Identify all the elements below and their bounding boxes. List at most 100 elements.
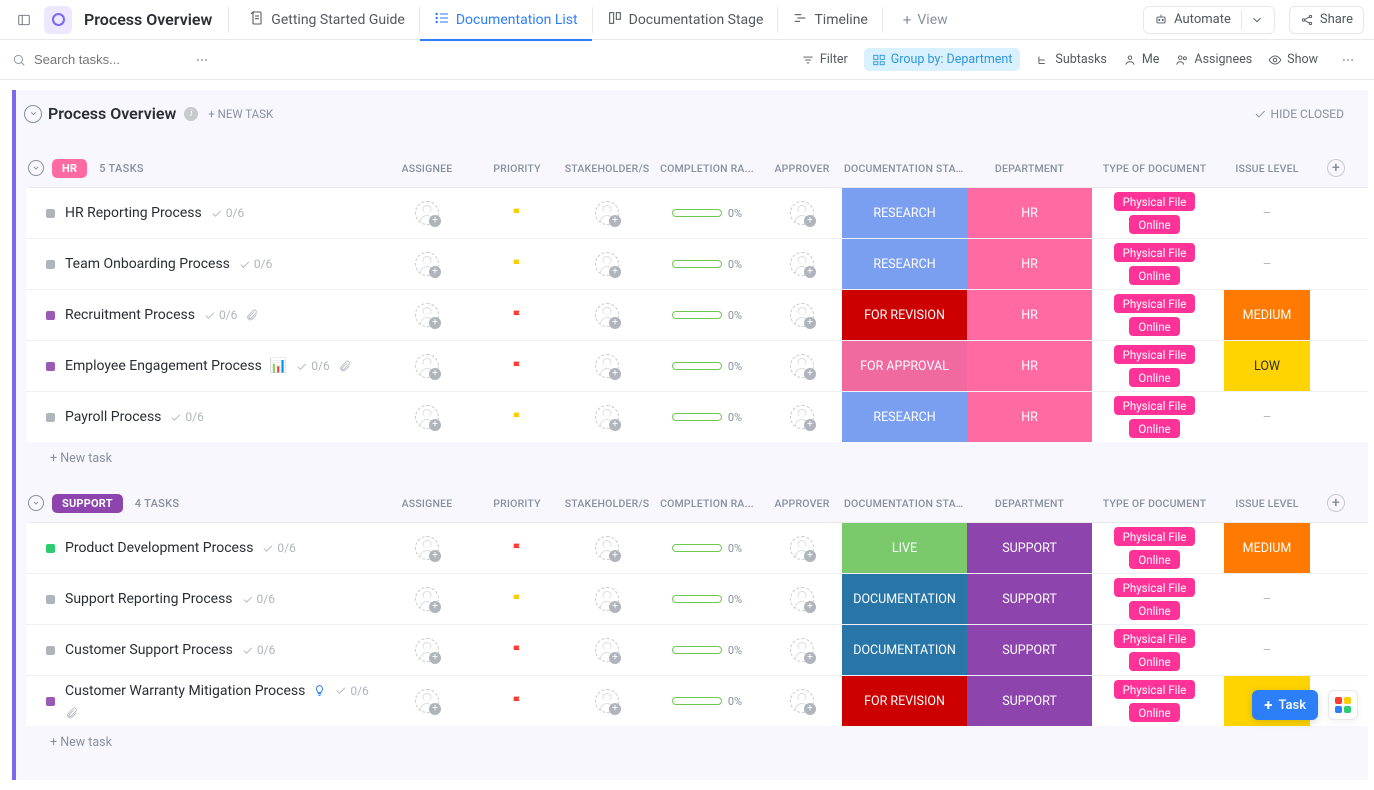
column-header[interactable]: TYPE OF DOCUMENT [1092,158,1217,179]
more-options-icon[interactable] [188,46,216,74]
tab-documentation-list[interactable]: Documentation List [420,0,592,40]
group-pill[interactable]: SUPPORT [52,494,123,513]
create-task-button[interactable]: + Task [1252,690,1318,720]
status-square[interactable] [46,646,55,655]
department-cell[interactable]: HR [967,290,1092,340]
status-square[interactable] [46,362,55,371]
stage-cell[interactable]: RESEARCH [842,392,967,442]
add-view-button[interactable]: + View [889,0,962,40]
issue-cell[interactable]: – [1217,625,1317,675]
department-cell[interactable]: HR [967,239,1092,289]
assignee-add[interactable] [415,536,439,560]
new-task-top-button[interactable]: + NEW TASK [208,107,273,121]
stakeholder-add[interactable] [595,252,619,276]
approver-add[interactable] [790,252,814,276]
status-square[interactable] [46,209,55,218]
new-task-button[interactable]: + New task [26,442,1368,466]
status-square[interactable] [46,260,55,269]
apps-button[interactable] [1328,690,1358,720]
column-header[interactable]: ASSIGNEE [382,158,472,179]
progress[interactable]: 0% [672,411,742,424]
department-cell[interactable]: SUPPORT [967,625,1092,675]
approver-add[interactable] [790,536,814,560]
column-header[interactable]: ISSUE LEVEL [1217,493,1317,514]
stakeholder-add[interactable] [595,587,619,611]
stage-cell[interactable]: FOR REVISION [842,676,967,726]
doctype-cell[interactable]: Physical FileOnline [1092,392,1217,442]
flag-icon[interactable] [511,257,524,272]
progress[interactable]: 0% [672,593,742,606]
column-header[interactable]: STAKEHOLDER/S [562,158,652,179]
progress[interactable]: 0% [672,309,742,322]
column-header[interactable]: COMPLETION RA... [652,158,762,179]
tab-documentation-stage[interactable]: Documentation Stage [593,0,778,40]
group-by-button[interactable]: Group by: Department [864,48,1021,71]
task-row[interactable]: Employee Engagement Process 📊 0/6 0%FOR … [26,341,1368,392]
subtasks-button[interactable]: Subtasks [1036,52,1106,67]
stakeholder-add[interactable] [595,354,619,378]
subtask-count[interactable]: 0/6 [334,684,368,698]
subtask-count[interactable]: 0/6 [261,541,295,555]
task-row[interactable]: Team Onboarding Process 0/6 0%RESEARCHHR… [26,239,1368,290]
stage-cell[interactable]: RESEARCH [842,239,967,289]
flag-icon[interactable] [511,643,524,658]
attachment-icon[interactable] [65,707,78,720]
column-header[interactable]: TYPE OF DOCUMENT [1092,493,1217,514]
department-cell[interactable]: SUPPORT [967,574,1092,624]
progress[interactable]: 0% [672,207,742,220]
doctype-cell[interactable]: Physical FileOnline [1092,523,1217,573]
approver-add[interactable] [790,303,814,327]
search-input[interactable] [32,51,162,68]
task-row[interactable]: Customer Support Process 0/6 0%DOCUMENTA… [26,625,1368,676]
collapse-group-icon[interactable] [28,495,44,511]
approver-add[interactable] [790,354,814,378]
progress[interactable]: 0% [672,542,742,555]
task-row[interactable]: Payroll Process 0/6 0%RESEARCHHRPhysical… [26,392,1368,442]
progress[interactable]: 0% [672,360,742,373]
flag-icon[interactable] [511,410,524,425]
subtask-count[interactable]: 0/6 [241,643,275,657]
progress[interactable]: 0% [672,695,742,708]
assignee-add[interactable] [415,587,439,611]
toolbar-more-icon[interactable] [1334,46,1362,74]
hide-closed-button[interactable]: HIDE CLOSED [1253,107,1344,121]
subtask-count[interactable]: 0/6 [210,206,244,220]
issue-cell[interactable]: – [1217,239,1317,289]
subtask-count[interactable]: 0/6 [295,359,329,373]
info-icon[interactable]: i [184,107,198,121]
issue-cell[interactable]: – [1217,392,1317,442]
stakeholder-add[interactable] [595,689,619,713]
assignee-add[interactable] [415,405,439,429]
stage-cell[interactable]: FOR REVISION [842,290,967,340]
doctype-cell[interactable]: Physical FileOnline [1092,341,1217,391]
flag-icon[interactable] [511,694,524,709]
flag-icon[interactable] [511,308,524,323]
doctype-cell[interactable]: Physical FileOnline [1092,188,1217,238]
flag-icon[interactable] [511,206,524,221]
status-square[interactable] [46,413,55,422]
approver-add[interactable] [790,638,814,662]
task-row[interactable]: Support Reporting Process 0/6 0%DOCUMENT… [26,574,1368,625]
department-cell[interactable]: SUPPORT [967,676,1092,726]
assignee-add[interactable] [415,689,439,713]
tab-timeline[interactable]: Timeline [778,0,881,40]
add-column-button[interactable]: + [1327,494,1345,512]
progress[interactable]: 0% [672,644,742,657]
stage-cell[interactable]: LIVE [842,523,967,573]
assignee-add[interactable] [415,354,439,378]
stage-cell[interactable]: DOCUMENTATION [842,625,967,675]
stage-cell[interactable]: DOCUMENTATION [842,574,967,624]
group-pill[interactable]: HR [52,159,87,178]
department-cell[interactable]: HR [967,341,1092,391]
column-header[interactable]: APPROVER [762,158,842,179]
status-square[interactable] [46,595,55,604]
flag-icon[interactable] [511,592,524,607]
doctype-cell[interactable]: Physical FileOnline [1092,676,1217,726]
column-header[interactable]: DEPARTMENT [967,158,1092,179]
collapse-list-icon[interactable] [24,105,42,123]
column-header[interactable]: DOCUMENTATION STAGE [842,493,967,514]
issue-cell[interactable]: – [1217,574,1317,624]
column-header[interactable]: DOCUMENTATION STAGE [842,158,967,179]
assignee-add[interactable] [415,201,439,225]
subtask-count[interactable]: 0/6 [203,308,237,322]
